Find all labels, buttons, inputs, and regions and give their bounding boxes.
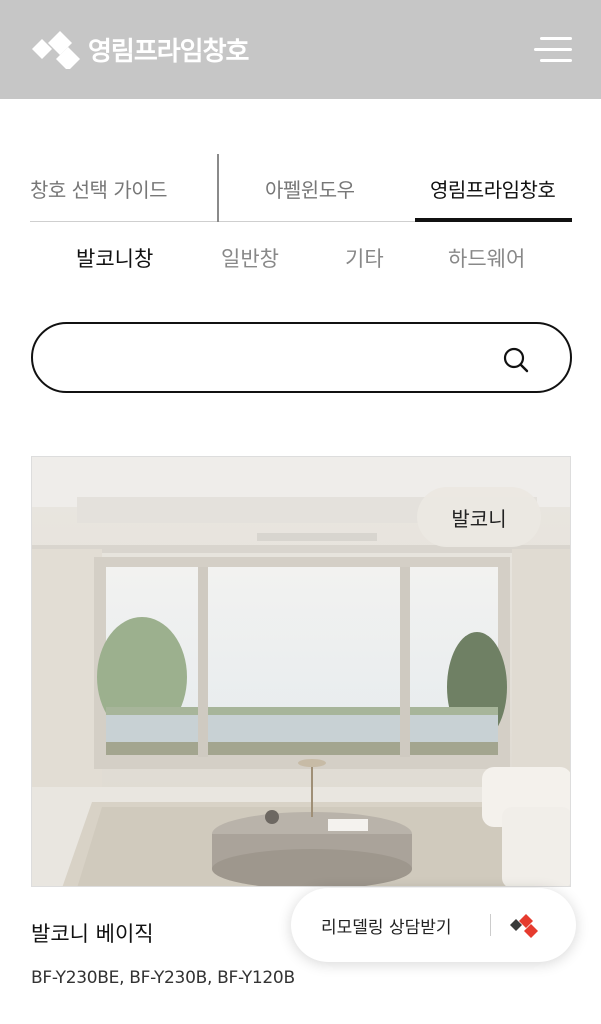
active-tab-indicator <box>415 218 572 222</box>
brand-name: 영림프라임창호 <box>88 36 249 67</box>
tab-window-guide[interactable]: 창호 선택 가이드 <box>30 154 218 222</box>
category-tabs: 창호 선택 가이드 아펠윈도우 영림프라임창호 <box>30 154 572 222</box>
hamburger-menu-icon[interactable] <box>534 36 572 64</box>
search-input[interactable] <box>61 338 501 378</box>
brand-logo[interactable]: 영림프라임창호 <box>30 28 249 70</box>
brand-logo-icon <box>510 914 538 938</box>
subnav-item-general[interactable]: 일반창 <box>221 236 279 280</box>
tab-divider <box>217 154 219 222</box>
search-bar <box>31 322 572 393</box>
product-image[interactable]: 발코니 <box>31 456 571 887</box>
product-title[interactable]: 발코니 베이직 <box>31 918 154 948</box>
subnav-item-etc[interactable]: 기타 <box>345 236 384 280</box>
remodeling-consult-button[interactable]: 리모델링 상담받기 <box>291 888 576 962</box>
subnav-item-hardware[interactable]: 하드웨어 <box>448 236 525 280</box>
product-subnav: 발코니창 일반창 기타 하드웨어 <box>30 236 572 280</box>
subnav-item-balcony[interactable]: 발코니창 <box>76 236 153 280</box>
app-header: 영림프라임창호 <box>0 0 601 99</box>
tab-appel-window[interactable]: 아펠윈도우 <box>265 154 425 222</box>
tab-younglim-prime[interactable]: 영림프라임창호 <box>430 154 572 222</box>
product-models: BF-Y230BE, BF-Y230B, BF-Y120B <box>31 968 295 988</box>
consult-divider <box>490 914 491 936</box>
brand-logo-icon <box>32 31 80 69</box>
consult-button-label: 리모델링 상담받기 <box>321 917 452 938</box>
search-icon[interactable] <box>502 346 530 374</box>
category-badge: 발코니 <box>417 487 541 547</box>
